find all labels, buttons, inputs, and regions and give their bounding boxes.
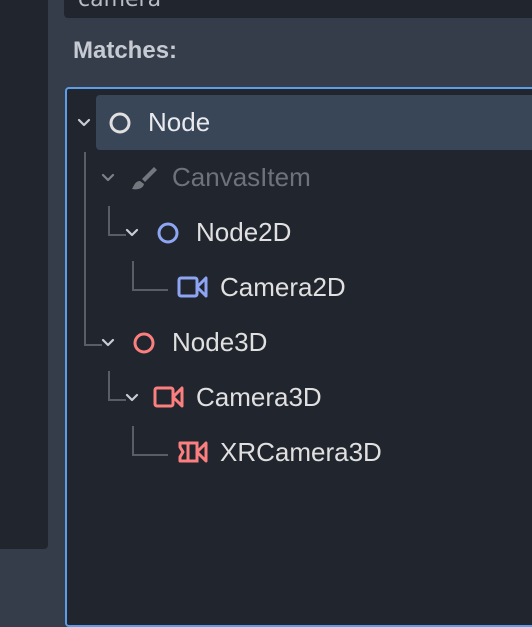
camera-icon	[153, 386, 184, 408]
tree-item-label[interactable]: Node2D	[196, 217, 291, 248]
camera-icon	[177, 276, 208, 298]
tree-guide-line	[132, 289, 168, 291]
tree-guide-line	[108, 206, 110, 236]
tree-item-label[interactable]: Camera2D	[220, 272, 346, 303]
tree-item-label[interactable]: Camera3D	[196, 382, 322, 413]
search-input[interactable]: camera	[64, 0, 532, 18]
chevron-down-icon[interactable]	[100, 335, 116, 351]
tree-guide-line	[132, 454, 168, 456]
matches-label: Matches:	[73, 37, 178, 64]
tree-item-label[interactable]: CanvasItem	[172, 162, 311, 193]
left-panel	[0, 0, 48, 549]
circle-icon	[133, 332, 155, 354]
brush-icon	[132, 167, 157, 190]
tree-item-label[interactable]: Node3D	[172, 327, 267, 358]
tree-guide-line	[84, 152, 86, 345]
tree-item-label[interactable]: XRCamera3D	[220, 437, 382, 468]
chevron-down-icon[interactable]	[100, 170, 116, 186]
tree-guide-line	[132, 261, 134, 291]
chevron-down-icon[interactable]	[124, 225, 140, 241]
circle-icon	[157, 222, 179, 244]
xr-camera-icon	[178, 441, 208, 463]
tree-guide-line	[108, 371, 110, 401]
chevron-down-icon[interactable]	[76, 115, 92, 131]
circle-icon	[109, 112, 131, 134]
tree-item-label[interactable]: Node	[148, 107, 210, 138]
tree-guide-line	[132, 426, 134, 456]
chevron-down-icon[interactable]	[124, 390, 140, 406]
